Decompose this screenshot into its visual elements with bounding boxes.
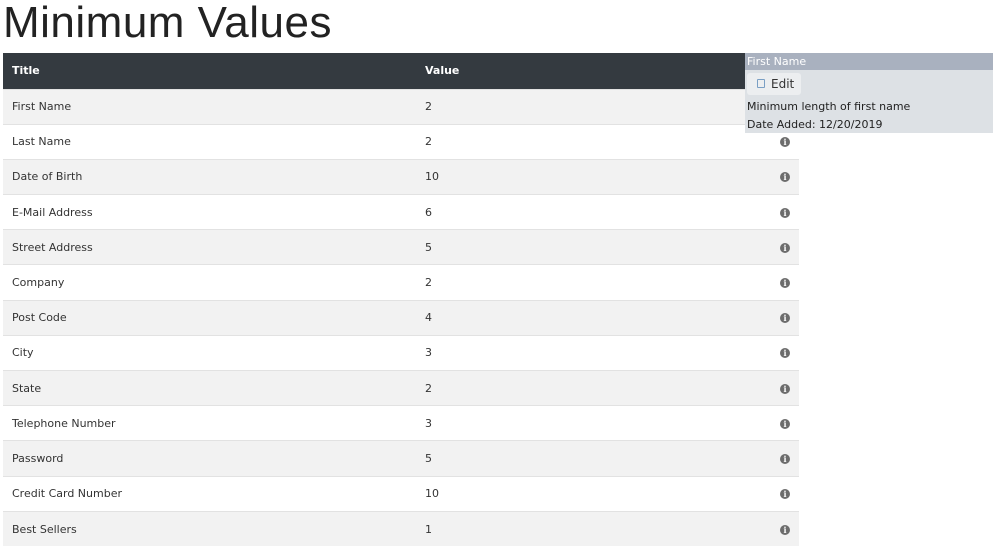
page-title: Minimum Values [3,0,332,47]
row-title: Last Name [12,135,71,149]
row-title: State [12,381,42,395]
row-value: 1 [425,522,432,536]
info-icon[interactable]: i [780,137,790,148]
table-row[interactable]: Best Sellers 1 i [3,511,799,547]
table-row[interactable]: E-Mail Address 6 i [3,194,799,230]
row-action: i [674,265,799,300]
row-value: 4 [425,311,432,325]
table-header-row: Title Value Action [3,53,799,89]
row-title: Password [12,451,64,465]
header-title: Title [12,64,40,78]
row-title: Post Code [12,311,67,325]
row-value: 6 [425,205,432,219]
row-action: i [674,371,799,406]
edit-label: Edit [771,77,795,91]
info-icon[interactable]: i [780,418,790,429]
detail-panel: First Name Edit Minimum length of first … [745,53,993,133]
row-title: Street Address [12,240,93,254]
row-title: Company [12,276,65,290]
row-action: i [674,159,799,194]
row-value: 2 [425,381,432,395]
row-action: i [674,511,799,546]
table-row[interactable]: Credit Card Number 10 i [3,476,799,512]
info-icon[interactable]: i [780,207,790,218]
row-title: Credit Card Number [12,487,122,501]
row-value: 3 [425,346,432,360]
table-row[interactable]: Password 5 i [3,440,799,477]
row-title: Telephone Number [12,416,116,430]
row-value: 10 [425,170,439,184]
table-row[interactable]: City 3 i [3,335,799,371]
row-title: E-Mail Address [12,205,93,219]
table-row[interactable]: Telephone Number 3 i [3,405,799,441]
row-action: i [674,441,799,476]
document-icon [757,79,765,88]
values-table: Title Value Action First Name 2 Last Name 2… [3,53,799,547]
row-action: i [674,230,799,265]
row-value: 10 [425,487,439,501]
row-value: 3 [425,416,432,430]
detail-description: Minimum length of first name [747,100,911,113]
info-icon[interactable]: i [780,348,790,359]
edit-button[interactable]: Edit [747,73,801,95]
row-action: i [674,300,799,335]
row-action: i [674,406,799,441]
row-value: 5 [425,240,432,254]
table-row[interactable]: First Name 2 [3,89,799,125]
table-row[interactable]: State 2 i [3,370,799,406]
info-icon[interactable]: i [780,489,790,500]
row-value: 2 [425,276,432,290]
row-action: i [674,335,799,370]
row-title: Date of Birth [12,170,83,184]
info-icon[interactable]: i [780,453,790,464]
info-icon[interactable]: i [780,172,790,183]
detail-header: First Name [745,53,993,70]
row-value: 2 [425,135,432,149]
info-icon[interactable]: i [780,313,790,324]
row-title: First Name [12,100,72,114]
row-title: Best Sellers [12,522,77,536]
table-body: First Name 2 Last Name 2 i Date of Birth 10 i E-… [3,89,799,547]
table-row[interactable]: Street Address 5 i [3,229,799,265]
values-table-container: Title Value Action First Name 2 Last Name 2… [3,53,799,547]
info-icon[interactable]: i [780,383,790,394]
table-row[interactable]: Company 2 i [3,264,799,301]
row-action: i [674,195,799,230]
row-value: 2 [425,100,432,114]
info-icon[interactable]: i [780,524,790,535]
header-value: Value [425,64,460,78]
table-row[interactable]: Post Code 4 i [3,300,799,336]
table-row[interactable]: Last Name 2 i [3,124,799,160]
row-value: 5 [425,451,432,465]
row-title: City [12,346,34,360]
detail-date-added: Date Added: 12/20/2019 [747,118,883,131]
info-icon[interactable]: i [780,242,790,253]
row-action: i [674,476,799,511]
info-icon[interactable]: i [780,278,790,289]
table-row[interactable]: Date of Birth 10 i [3,159,799,195]
